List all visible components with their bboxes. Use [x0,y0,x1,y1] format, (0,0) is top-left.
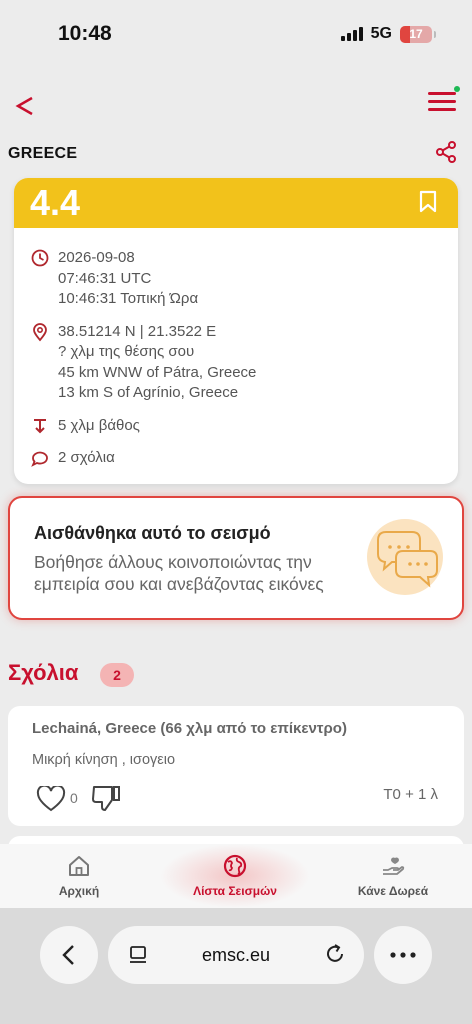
nav-home[interactable]: Αρχική [4,844,154,908]
reload-icon[interactable] [324,943,346,965]
browser-back-button[interactable] [40,926,98,984]
event-distance-you: ? χλμ της θέσης σου [58,343,195,360]
status-indicators: 5G 17 [340,25,436,43]
felt-earthquake-card[interactable]: Αισθάνθηκα αυτό το σεισμό Βοήθησε άλλους… [8,496,464,620]
event-nearby-2: 13 km S of Agrínio, Greece [58,384,239,401]
region-title: GREECE [8,145,78,162]
location-pin-icon [33,322,47,341]
like-button[interactable] [36,784,66,812]
top-navigation [0,86,472,126]
thumbs-down-icon [92,786,120,811]
battery-icon: 17 [400,25,436,43]
nav-list-label: Λίστα Σεισμών [193,884,277,898]
status-bar: 10:48 5G 17 [0,0,472,70]
felt-description: Βοήθησε άλλους κοινοποιώντας την εμπειρί… [34,552,324,594]
nav-earthquake-list[interactable]: Λίστα Σεισμών [160,844,310,908]
event-date: 2026-09-08 [58,249,135,266]
magnitude-bar: 4.4 [14,178,458,228]
earthquake-card: 4.4 2026-09-08 07:46:31 UTC 10:46:31 Τοπ… [14,178,458,484]
share-button[interactable] [434,140,458,164]
notification-dot [454,86,460,92]
clock-icon [31,249,49,267]
comment-card: Lechainá, Greece (66 χλμ από το επίκεντρ… [8,706,464,826]
event-depth: 5 χλμ βάθος [58,416,140,434]
status-time: 10:48 [58,22,112,45]
event-coordinates: 38.51214 N | 21.3522 E [58,322,217,340]
location-row: 38.51214 N | 21.3522 E ? χλμ της θέσης σ… [30,322,458,404]
event-details: 2026-09-08 07:46:31 UTC 10:46:31 Τοπική … [14,228,458,469]
event-comments-count: 2 σχόλια [58,449,115,466]
home-icon [69,856,89,876]
nav-home-label: Αρχική [58,884,100,898]
bookmark-button[interactable] [418,190,438,214]
comment-time: T0 + 1 λ [383,786,438,803]
event-nearby-1: 45 km WNW of Pátra, Greece [58,363,257,381]
felt-title: Αισθάνθηκα αυτό το σεισμό [34,523,271,543]
globe-icon [223,854,247,878]
browser-more-button[interactable] [374,926,432,984]
event-local-time: 10:46:31 Τοπική Ώρα [58,290,199,307]
back-button[interactable] [14,90,36,126]
share-icon [436,141,456,163]
depth-row: 5 χλμ βάθος [30,416,458,437]
network-type: 5G [370,25,392,42]
comment-bubble-icon [31,451,48,467]
bottom-navigation: Αρχική Λίστα Σεισμών Κάνε Δωρεά [0,844,472,908]
chevron-left-icon [15,96,33,116]
comments-heading: Σχόλια [8,660,79,685]
chevron-left-icon [62,945,74,965]
nav-donate[interactable]: Κάνε Δωρεά [318,844,468,908]
address-bar[interactable]: emsc.eu [108,926,364,984]
menu-button[interactable] [428,86,460,112]
comment-location: Lechainá, Greece (66 χλμ από το επίκεντρ… [32,720,347,737]
heart-icon [36,784,66,812]
comments-count-row[interactable]: 2 σχόλια [30,448,458,469]
nav-donate-label: Κάνε Δωρεά [357,884,429,898]
bookmark-icon [419,190,437,213]
browser-toolbar: emsc.eu [0,908,472,1024]
depth-icon [34,418,46,433]
magnitude-value: 4.4 [30,182,81,223]
more-dots-icon [390,952,416,958]
chat-bubbles-icon [367,519,443,595]
battery-level: 17 [409,27,423,41]
event-utc-time: 07:46:31 UTC [58,269,152,287]
time-row: 2026-09-08 07:46:31 UTC 10:46:31 Τοπική … [30,248,458,310]
dislike-button[interactable] [90,783,122,813]
like-count: 0 [70,790,78,806]
signal-icon [340,27,363,41]
comment-text: Μικρή κίνηση , ισογειο [32,752,176,768]
comments-badge: 2 [100,663,134,687]
donate-hand-icon [383,857,405,875]
